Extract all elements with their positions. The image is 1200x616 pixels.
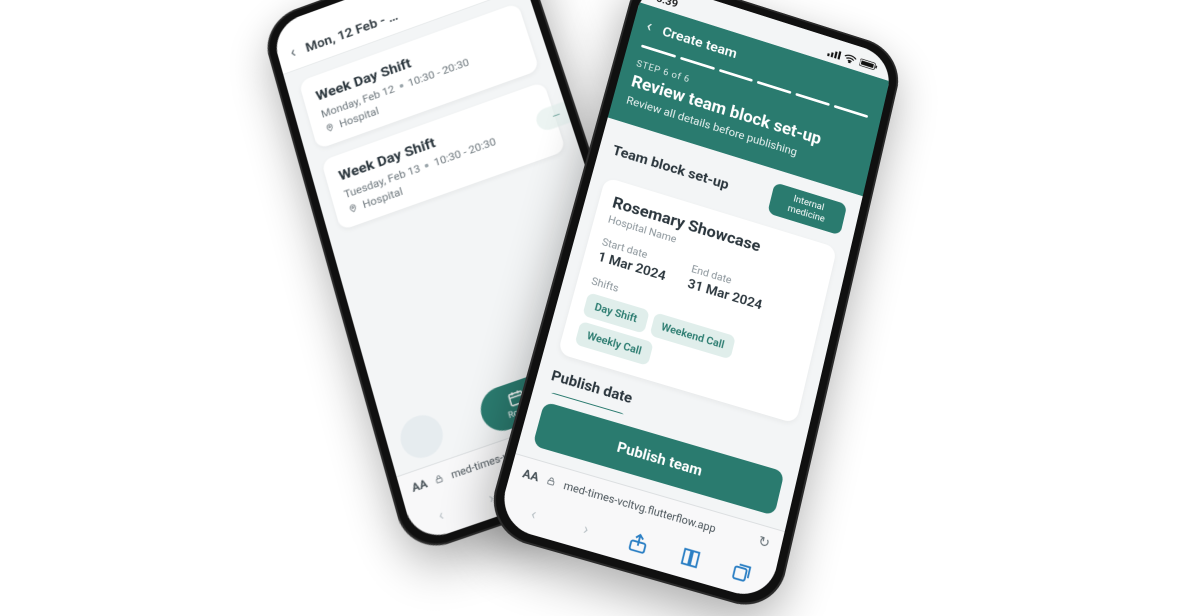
lock-icon — [545, 475, 557, 488]
nav-back-icon[interactable]: ‹ — [520, 499, 547, 527]
dot-separator-icon — [425, 163, 430, 168]
dot-separator-icon — [399, 84, 403, 89]
progress-step — [641, 44, 676, 57]
start-date-col: Start date 1 Mar 2024 — [596, 236, 671, 284]
back-icon[interactable]: ‹ — [644, 16, 654, 35]
location-pin-icon — [324, 122, 335, 133]
progress-step — [796, 93, 830, 106]
progress-step — [719, 69, 754, 82]
reload-icon[interactable]: ↻ — [757, 533, 772, 552]
bookmarks-icon[interactable] — [677, 544, 703, 572]
wifi-icon — [843, 53, 857, 65]
share-icon[interactable] — [625, 529, 652, 557]
secondary-fab[interactable] — [396, 410, 448, 464]
lock-icon — [433, 473, 445, 485]
progress-step — [680, 57, 715, 70]
nav-back-icon[interactable]: ‹ — [428, 500, 454, 528]
specialty-badge: Internal medicine — [767, 182, 847, 235]
mockup-stage: ‹ Mon, 12 Feb - … Week Day Shift Monday,… — [0, 0, 1200, 600]
text-size-icon[interactable]: AA — [410, 477, 429, 495]
back-icon[interactable]: ‹ — [288, 43, 298, 61]
progress-step — [757, 81, 792, 94]
faded-pill: — — [533, 98, 580, 133]
progress-step — [834, 105, 868, 118]
signal-icon — [827, 48, 841, 60]
text-size-icon[interactable]: AA — [521, 466, 540, 484]
location-pin-icon — [347, 203, 358, 215]
tabs-icon[interactable] — [729, 559, 755, 587]
nav-forward-icon[interactable]: › — [573, 514, 600, 542]
battery-icon — [859, 58, 879, 72]
